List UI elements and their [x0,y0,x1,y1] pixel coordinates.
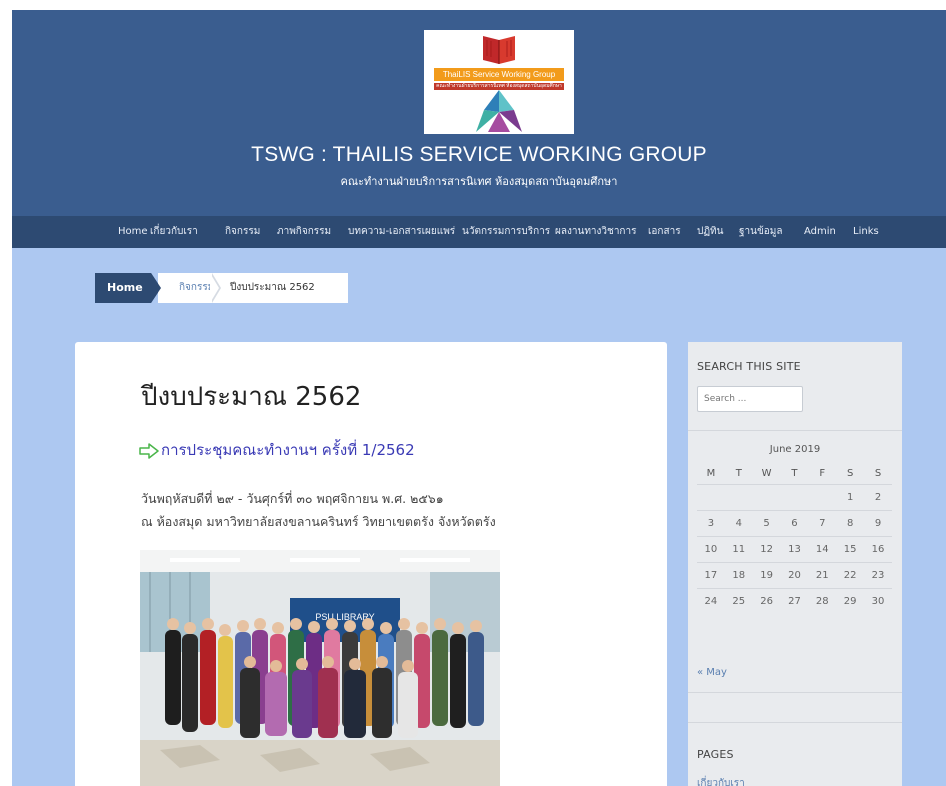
calendar-day: 21 [808,562,837,589]
calendar-day: 28 [808,588,837,614]
calendar-day: 26 [752,588,781,614]
nav-item-documents[interactable]: เอกสาร [648,216,681,248]
search-input[interactable] [697,386,803,412]
calendar-day [724,484,753,511]
nav-item-activity-photos[interactable]: ภาพกิจกรรม [277,216,331,248]
calendar-day: 13 [780,536,809,563]
page-title: ปีงบประมาณ 2562 [141,382,362,412]
pages-item-about[interactable]: เกี่ยวกับเรา [697,776,745,786]
calendar-day: 16 [864,536,892,563]
calendar-day: 8 [836,510,865,537]
calendar: M T W T F S S 1 2 3 4 5 6 7 8 9 10 11 12… [697,462,892,614]
nav-item-service-innovation[interactable]: นวัตกรรมการบริการ [462,216,550,248]
book-icon [483,36,515,64]
people-group [165,618,484,738]
calendar-day: 3 [697,510,725,537]
star-emblem-icon [476,90,522,132]
arrow-right-icon [139,442,159,459]
main-content: ปีงบประมาณ 2562 การประชุมคณะทำงานฯ ครั้ง… [75,342,667,786]
group-photo-image: PSU LIBRARY [140,550,500,786]
pages-widget-title: PAGES [697,748,734,761]
calendar-day: 10 [697,536,725,563]
calendar-day: 1 [836,484,865,511]
meeting-link-text[interactable]: การประชุมคณะทำงานฯ ครั้งที่ 1/2562 [161,441,415,459]
meeting-date: วันพฤหัสบดีที่ ๒๙ - วันศุกร์ที่ ๓๐ พฤศจิ… [141,491,444,506]
nav-item-database[interactable]: ฐานข้อมูล [739,216,783,248]
nav-item-articles[interactable]: บทความ-เอกสารเผยแพร่ [348,216,455,248]
site-header: ThaiLIS Service Working Group คณะทำงานฝ่… [12,10,946,216]
calendar-day: 22 [836,562,865,589]
calendar-day: 20 [780,562,809,589]
calendar-day [780,484,809,511]
calendar-day: 18 [724,562,753,589]
calendar-day: 19 [752,562,781,589]
calendar-day [808,484,837,511]
calendar-day: 11 [724,536,753,563]
calendar-day: 14 [808,536,837,563]
calendar-weekday: S [874,467,882,479]
calendar-day: 24 [697,588,725,614]
site-title[interactable]: TSWG : THAILIS SERVICE WORKING GROUP [12,143,946,167]
sidebar: SEARCH THIS SITE June 2019 M T W T F S S [688,342,902,786]
calendar-weekday: W [761,467,772,479]
breadcrumb-home[interactable]: Home [95,273,151,303]
calendar-day: 15 [836,536,865,563]
search-widget-title: SEARCH THIS SITE [697,360,801,373]
meeting-venue: ณ ห้องสมุด มหาวิทยาลัยสงขลานครินทร์ วิทย… [141,514,496,529]
calendar-caption: June 2019 [769,444,821,455]
meeting-link[interactable]: การประชุมคณะทำงานฯ ครั้งที่ 1/2562 [139,438,415,462]
calendar-day: 9 [864,510,892,537]
nav-item-activities[interactable]: กิจกรรม [225,216,260,248]
nav-item-links[interactable]: Links [853,216,879,248]
breadcrumb-current: ปีงบประมาณ 2562 [230,282,315,293]
nav-item-calendar[interactable]: ปฏิทิน [697,216,724,248]
breadcrumb: Home กิจกรรม ปีงบประมาณ 2562 [95,273,348,303]
calendar-weekday: M [706,467,716,479]
nav-item-about[interactable]: เกี่ยวกับเรา [150,216,198,248]
calendar-prev-month[interactable]: « May [697,667,727,678]
calendar-day: 6 [780,510,809,537]
page-frame: ThaiLIS Service Working Group คณะทำงานฝ่… [12,10,946,786]
calendar-day: 7 [808,510,837,537]
nav-item-admin[interactable]: Admin [804,216,836,248]
logo-banner: ThaiLIS Service Working Group [434,68,564,81]
calendar-day: 2 [864,484,892,511]
calendar-day: 29 [836,588,865,614]
group-photo: PSU LIBRARY [140,550,500,786]
calendar-day: 4 [724,510,753,537]
nav-item-home[interactable]: Home [118,216,148,248]
main-nav: Home เกี่ยวกับเรา กิจกรรม ภาพกิจกรรม บทค… [12,216,946,248]
calendar-day: 23 [864,562,892,589]
nav-item-academic-works[interactable]: ผลงานทางวิชาการ [555,216,636,248]
calendar-day: 12 [752,536,781,563]
calendar-weekday: F [819,467,826,479]
calendar-weekday: T [791,467,798,479]
calendar-weekday: S [846,467,854,479]
calendar-day: 27 [780,588,809,614]
calendar-day: 17 [697,562,725,589]
calendar-day [752,484,781,511]
calendar-day: 5 [752,510,781,537]
site-logo[interactable]: ThaiLIS Service Working Group คณะทำงานฝ่… [424,30,574,134]
calendar-day [697,484,725,511]
site-tagline: คณะทำงานฝ่ายบริการสารนิเทศ ห้องสมุดสถาบั… [340,175,618,188]
calendar-day: 30 [864,588,892,614]
calendar-weekday: T [735,467,742,479]
calendar-day: 25 [724,588,753,614]
